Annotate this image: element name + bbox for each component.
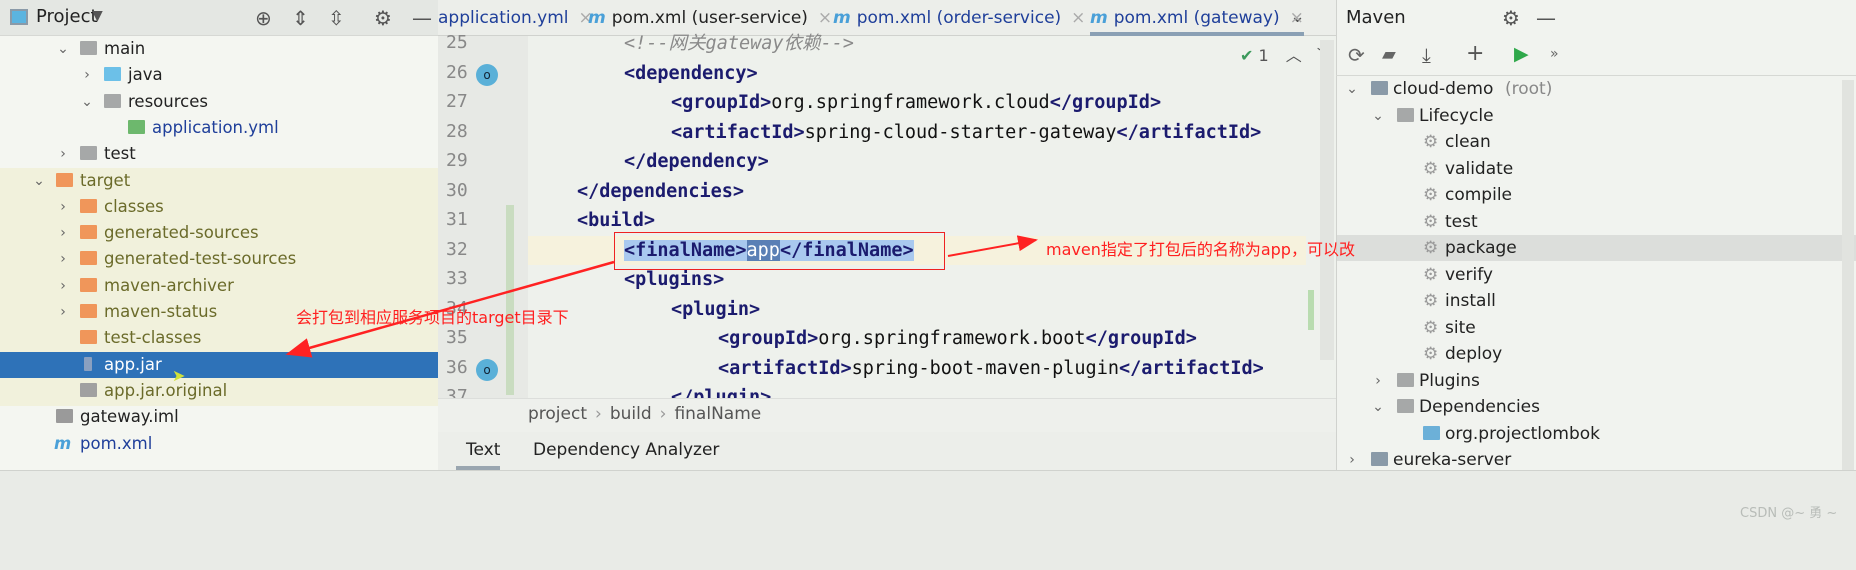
arrow-to-note [947,235,1038,257]
arrow-to-app-jar [285,260,615,358]
annotation-arrows [285,235,1038,358]
mouse-cursor: ➤ [172,366,186,385]
